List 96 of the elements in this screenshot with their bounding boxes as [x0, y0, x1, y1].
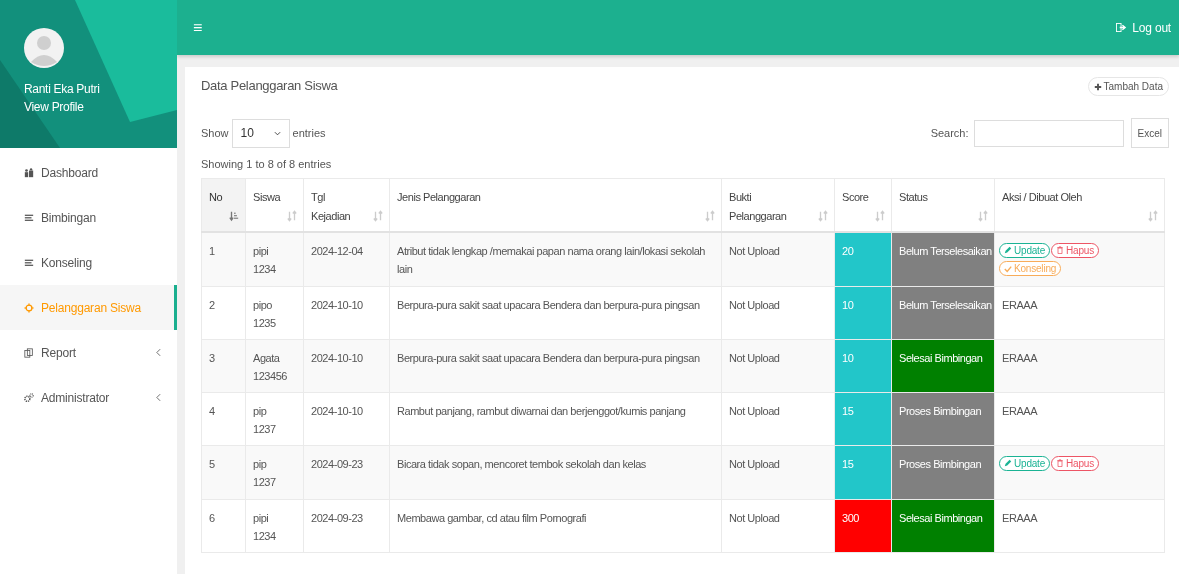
nav-label: Bimbingan — [41, 210, 96, 225]
sort-icon — [1148, 210, 1158, 222]
logout-icon — [1116, 23, 1128, 32]
pencil-icon — [1004, 246, 1012, 254]
hapus-button[interactable]: Hapus — [1051, 455, 1099, 471]
entries-label: entries — [292, 127, 326, 139]
table-cell: 2024-10-10 — [303, 339, 390, 393]
add-data-button[interactable]: Tambah Data — [1087, 77, 1169, 96]
user-name: Ranti Eka Putri — [24, 81, 100, 98]
table-cell: ERAAA — [994, 339, 1165, 393]
table-cell: Not Upload — [721, 445, 835, 500]
table-cell: 3 — [201, 339, 246, 393]
table-cell: Atribut tidak lengkap /memakai papan nama orang lain/lokasi sekolah lain — [389, 232, 722, 287]
search-label: Search: — [930, 127, 969, 139]
sort-icon — [287, 210, 297, 222]
nav-item[interactable]: Bimbingan — [0, 195, 177, 240]
nav-label: Konseling — [41, 255, 92, 270]
table-cell: 1 — [201, 232, 246, 287]
score-cell: 300 — [834, 499, 892, 553]
table-cell: Rambut panjang, rambut diwarnai dan berjenggot/kumis panjang — [389, 392, 722, 446]
avatar-icon — [24, 28, 64, 68]
column-header[interactable]: No — [201, 178, 246, 232]
crosshair-icon — [24, 302, 34, 313]
sort-icon — [373, 210, 383, 222]
show-label: Show — [201, 127, 229, 139]
table-cell: ERAAA — [994, 286, 1165, 340]
nav-label: Pelanggaran Siswa — [41, 300, 141, 315]
nav-label: Report — [41, 345, 76, 360]
chevron-left-icon — [156, 348, 161, 357]
entries-info: Showing 1 to 8 of 8 entries — [201, 158, 333, 170]
sort-icon — [818, 210, 828, 222]
table-cell: Not Upload — [721, 232, 835, 287]
score-cell: 15 — [834, 392, 892, 446]
dashboard-icon — [24, 167, 34, 178]
trash-icon — [1056, 246, 1065, 254]
caret-icon — [273, 130, 281, 136]
table-cell: pipi 1234 — [245, 232, 304, 287]
status-cell: Belum Terselesaikan — [891, 232, 995, 287]
table-cell: pipo 1235 — [245, 286, 304, 340]
table-cell: pip 1237 — [245, 445, 304, 500]
table-cell: 2024-12-04 — [303, 232, 390, 287]
nav-item[interactable]: Report — [0, 330, 177, 375]
status-cell: Belum Terselesaikan — [891, 286, 995, 340]
table-cell: Not Upload — [721, 286, 835, 340]
check-icon — [1004, 264, 1012, 273]
search-field[interactable] — [973, 119, 1124, 147]
pencil-icon — [1004, 459, 1012, 467]
nav-label: Dashboard — [41, 165, 98, 180]
score-cell: 15 — [834, 445, 892, 500]
table-cell: 2024-10-10 — [303, 392, 390, 446]
table-cell: ERAAA — [994, 499, 1165, 553]
panel-title: Data Pelanggaran Siswa — [201, 78, 338, 93]
view-profile-link[interactable]: View Profile — [24, 98, 84, 116]
score-cell: 20 — [834, 232, 892, 287]
table-cell: 6 — [201, 499, 246, 553]
list-icon — [24, 212, 34, 223]
score-cell: 10 — [834, 339, 892, 393]
table-cell: 2024-10-10 — [303, 286, 390, 340]
entries-select[interactable]: 10 — [231, 118, 290, 148]
trash-icon — [1056, 459, 1065, 467]
table-cell: 2024-09-23 — [303, 445, 390, 500]
table-cell: Agata 123456 — [245, 339, 304, 393]
excel-button[interactable]: Excel — [1130, 118, 1169, 148]
list-icon — [24, 257, 34, 268]
score-cell: 10 — [834, 286, 892, 340]
sort-icon — [705, 210, 715, 222]
table-cell: Berpura-pura sakit saat upacara Bendera dan berpura-pura pingsan — [389, 286, 722, 340]
table-cell: Berpura-pura sakit saat upacara Bendera dan berpura-pura pingsan — [389, 339, 722, 393]
sort-ascending-icon — [229, 210, 239, 222]
status-cell: Proses Bimbingan — [891, 392, 995, 446]
nav-label: Administrator — [41, 390, 110, 405]
status-cell: Selesai Bimbingan — [891, 339, 995, 393]
plus-icon — [1093, 82, 1102, 91]
table-cell: 2 — [201, 286, 246, 340]
sort-icon — [875, 210, 885, 222]
table-cell: ERAAA — [994, 392, 1165, 446]
status-cell: Selesai Bimbingan — [891, 499, 995, 553]
nav-item[interactable]: Konseling — [0, 240, 177, 285]
gears-icon — [24, 392, 34, 403]
status-cell: Proses Bimbingan — [891, 445, 995, 500]
table-cell: Not Upload — [721, 339, 835, 393]
copy-icon — [24, 347, 34, 358]
nav-item[interactable]: Administrator — [0, 375, 177, 420]
chevron-left-icon — [156, 393, 161, 402]
table-cell: Bicara tidak sopan, mencoret tembok sekolah dan kelas — [389, 445, 722, 500]
table-cell: 5 — [201, 445, 246, 500]
table-cell: pipi 1234 — [245, 499, 304, 553]
table-cell: Not Upload — [721, 499, 835, 553]
nav-item[interactable]: Dashboard — [0, 150, 177, 195]
table-cell: Not Upload — [721, 392, 835, 446]
table-cell: 2024-09-23 — [303, 499, 390, 553]
table-cell: pip 1237 — [245, 392, 304, 446]
hapus-button[interactable]: Hapus — [1051, 242, 1099, 258]
sort-icon — [978, 210, 988, 222]
table-cell: Membawa gambar, cd atau film Pornografi — [389, 499, 722, 553]
table-cell: 4 — [201, 392, 246, 446]
